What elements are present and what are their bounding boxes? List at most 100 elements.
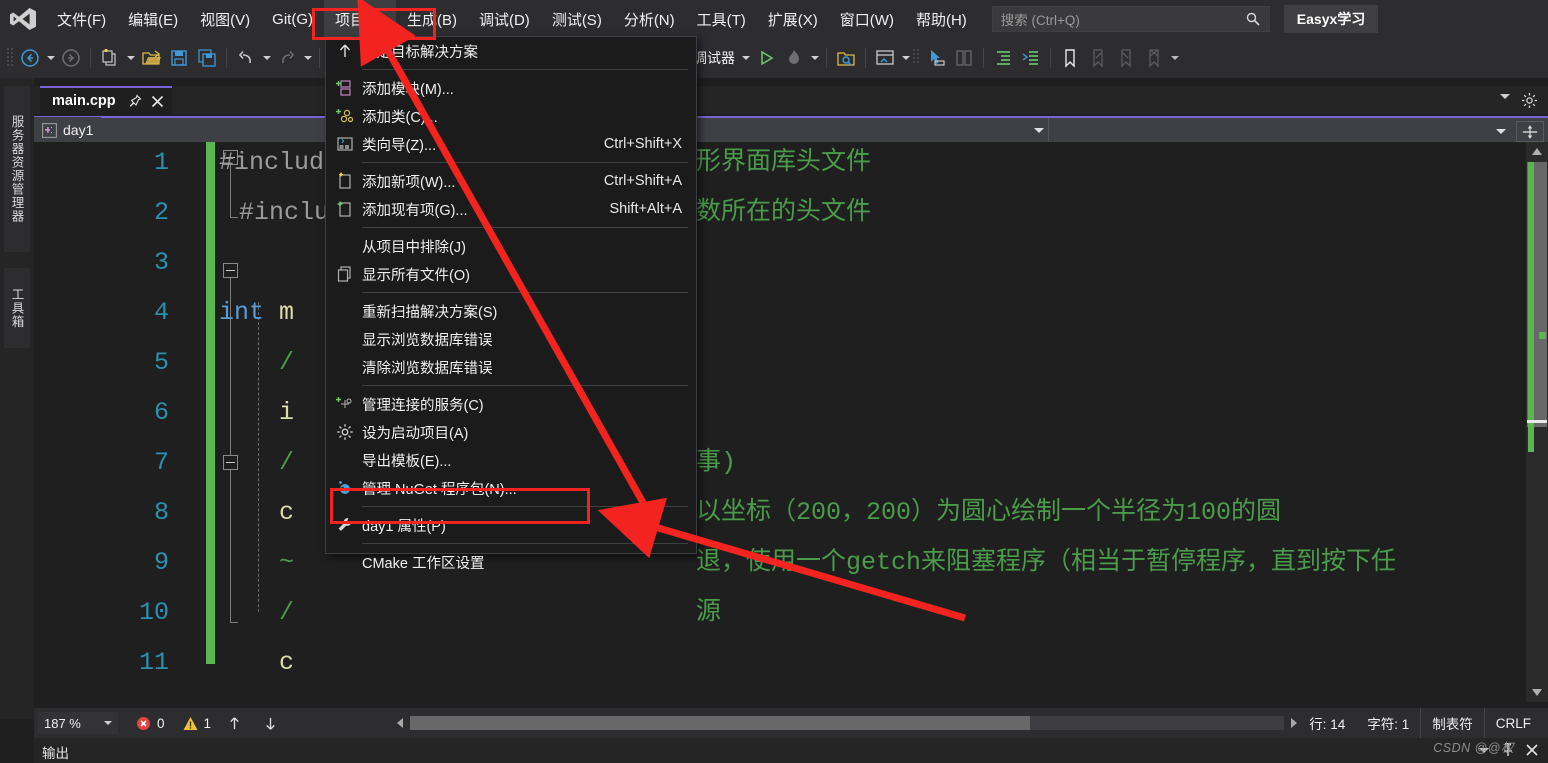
fold-toggle-main[interactable] — [223, 263, 238, 278]
bookmark-icon[interactable] — [1057, 45, 1083, 71]
save-all-icon[interactable] — [194, 45, 220, 71]
debugger-dropdown[interactable] — [739, 45, 752, 71]
navbar-project-selector[interactable]: day1 — [34, 117, 102, 143]
navigate-forward-icon[interactable] — [58, 45, 84, 71]
pin-icon[interactable] — [128, 94, 142, 108]
scrollbar-track[interactable] — [410, 716, 1284, 730]
toolbar-grip[interactable] — [6, 47, 16, 69]
search-icon — [1245, 11, 1261, 27]
chevron-down-icon[interactable] — [104, 721, 112, 725]
easyx-learn-button[interactable]: Easyx学习 — [1283, 5, 1379, 33]
menu-debug[interactable]: 调试(D) — [468, 0, 541, 38]
menu-item-export-template[interactable]: 导出模板(E)... — [326, 446, 696, 474]
code-line-7: / — [279, 448, 295, 477]
clear-bookmarks-icon[interactable] — [1141, 45, 1167, 71]
next-bookmark-icon[interactable] — [1113, 45, 1139, 71]
close-icon[interactable] — [1524, 742, 1540, 758]
undo-icon[interactable] — [233, 45, 259, 71]
code-comment-7: 事) — [696, 448, 737, 477]
menu-debug-label: 调试(D) — [478, 11, 530, 29]
status-tab-mode[interactable]: 制表符 — [1420, 708, 1484, 738]
close-icon[interactable] — [151, 95, 164, 108]
undo-dropdown[interactable] — [260, 45, 273, 71]
menu-item-show-browse-db-errors[interactable]: 显示浏览数据库错误 — [326, 325, 696, 353]
toolbar-overflow-button[interactable] — [1168, 45, 1181, 71]
find-in-folder-icon[interactable] — [833, 45, 859, 71]
code-editor[interactable]: 1 2 3 4 5 6 7 8 9 10 11 12 13 14 #includ… — [34, 142, 1548, 702]
chevron-down-icon[interactable] — [1500, 94, 1510, 99]
navigate-back-dropdown[interactable] — [44, 45, 57, 71]
navigate-back-icon[interactable] — [17, 45, 43, 71]
menu-item-cmake-workspace-settings[interactable]: CMake 工作区设置 — [326, 548, 696, 576]
status-eol-mode[interactable]: CRLF — [1483, 708, 1542, 738]
scroll-down-icon[interactable] — [1529, 684, 1545, 700]
menu-item-set-as-startup-project[interactable]: 设为启动项目(A) — [326, 418, 696, 446]
menu-tools[interactable]: 工具(T) — [686, 0, 757, 38]
editor-vertical-scrollbar[interactable] — [1526, 142, 1548, 702]
project-menu-dropdown[interactable]: 重定目标解决方案 添加模块(M)... 添加类(C)... 类向导(Z)... … — [325, 36, 697, 572]
menu-item-add-existing-item[interactable]: 添加现有项(G)... Shift+Alt+A — [326, 195, 696, 223]
menu-extensions[interactable]: 扩展(X) — [757, 0, 829, 38]
menu-file[interactable]: 文件(F) — [46, 0, 117, 38]
menu-item-add-new-item[interactable]: 添加新项(W)... Ctrl+Shift+A — [326, 167, 696, 195]
menu-item-label: 添加模块(M)... — [362, 81, 454, 98]
next-issue-button[interactable] — [257, 710, 283, 736]
watermark-text: CSDN @@权 — [1433, 741, 1514, 755]
gear-icon[interactable] — [1521, 92, 1538, 109]
sidebar-item-toolbox[interactable]: 工具箱 — [4, 268, 30, 348]
new-item-icon[interactable] — [97, 45, 123, 71]
hot-reload-dropdown[interactable] — [808, 45, 821, 71]
menu-analyze[interactable]: 分析(N) — [613, 0, 686, 38]
menu-view[interactable]: 视图(V) — [189, 0, 261, 38]
menu-item-class-wizard[interactable]: 类向导(Z)... Ctrl+Shift+X — [326, 130, 696, 158]
document-tab-label: main.cpp — [52, 93, 116, 109]
start-debug-icon[interactable] — [753, 45, 779, 71]
menu-edit[interactable]: 编辑(E) — [117, 0, 189, 38]
prev-bookmark-icon[interactable] — [1085, 45, 1111, 71]
document-tab-main-cpp[interactable]: main.cpp — [40, 86, 172, 114]
menu-item-manage-connected-services[interactable]: 管理连接的服务(C) — [326, 390, 696, 418]
code-line-5: / — [279, 348, 295, 377]
menu-item-add-class[interactable]: 添加类(C)... — [326, 102, 696, 130]
menu-item-retarget-solution[interactable]: 重定目标解决方案 — [326, 37, 696, 65]
save-icon[interactable] — [166, 45, 192, 71]
scroll-up-icon[interactable] — [1529, 144, 1545, 160]
menu-item-label: 清除浏览数据库错误 — [362, 360, 493, 377]
indent-icon[interactable] — [990, 45, 1016, 71]
scroll-map-caret-position — [1527, 420, 1547, 423]
new-item-dropdown[interactable] — [124, 45, 137, 71]
compare-icon[interactable] — [951, 45, 977, 71]
sidebar-item-server-explorer[interactable]: 服务器资源管理器 — [4, 86, 30, 252]
pointer-select-icon[interactable] — [923, 45, 949, 71]
toolbar-separator — [226, 48, 227, 68]
scrollbar-thumb[interactable] — [410, 716, 1030, 730]
menu-item-rescan-solution[interactable]: 重新扫描解决方案(S) — [326, 297, 696, 325]
toolbar-grip[interactable] — [912, 47, 922, 69]
search-input[interactable]: 搜索 (Ctrl+Q) — [991, 6, 1270, 32]
error-count-item[interactable]: 0 — [136, 716, 165, 731]
menu-help[interactable]: 帮助(H) — [905, 0, 978, 38]
editor-horizontal-scrollbar[interactable] — [392, 715, 1302, 731]
zoom-level-selector[interactable]: 187 % — [38, 712, 118, 734]
warning-count-item[interactable]: 1 — [183, 716, 211, 731]
split-editor-button[interactable] — [1516, 121, 1544, 142]
outdent-icon[interactable] — [1018, 45, 1044, 71]
menu-item-add-module[interactable]: 添加模块(M)... — [326, 74, 696, 102]
scroll-left-icon[interactable] — [392, 715, 408, 731]
menu-item-clear-browse-db-errors[interactable]: 清除浏览数据库错误 — [326, 353, 696, 381]
menu-item-exclude-from-project[interactable]: 从项目中排除(J) — [326, 232, 696, 260]
prev-issue-button[interactable] — [221, 710, 247, 736]
chevron-down-icon[interactable] — [1496, 129, 1506, 134]
navbar-member-dropdown-caret[interactable] — [1034, 128, 1044, 133]
window-layout-dropdown[interactable] — [899, 45, 912, 71]
menu-item-show-all-files[interactable]: 显示所有文件(O) — [326, 260, 696, 288]
menu-item-label: 显示所有文件(O) — [362, 267, 470, 284]
redo-dropdown[interactable] — [301, 45, 314, 71]
fold-toggle-inner[interactable] — [223, 455, 238, 470]
open-file-icon[interactable] — [138, 45, 164, 71]
menu-window[interactable]: 窗口(W) — [829, 0, 905, 38]
redo-icon[interactable] — [274, 45, 300, 71]
window-layout-icon[interactable] — [872, 45, 898, 71]
menu-test[interactable]: 测试(S) — [541, 0, 613, 38]
hot-reload-icon[interactable] — [781, 45, 807, 71]
